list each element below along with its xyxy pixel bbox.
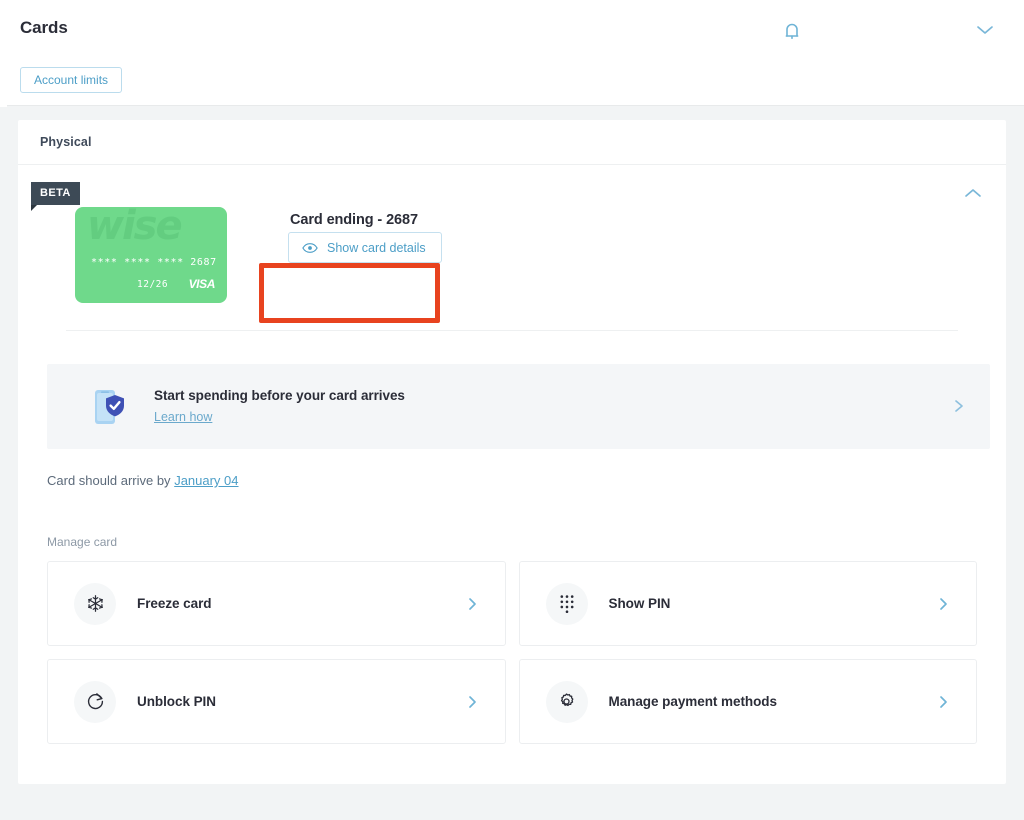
tile-chevron-right-icon[interactable] <box>465 694 481 710</box>
physical-card-panel: Physical wise **** **** **** 2687 12/26 … <box>18 120 1006 784</box>
chevron-right-icon-glyph <box>468 598 476 610</box>
left-edge-strip-lower <box>0 107 7 820</box>
card-arrival-prefix: Card should arrive by <box>47 473 171 488</box>
bell-icon-glyph <box>785 23 799 39</box>
eye-icon <box>302 242 318 254</box>
chevron-down-icon-glyph <box>977 26 993 34</box>
card-expiry: 12/26 <box>137 279 169 290</box>
card-ending-label: Card ending - 2687 <box>290 212 418 228</box>
gear-icon-glyph <box>560 693 574 707</box>
tile-chevron-right-icon[interactable] <box>936 596 952 612</box>
manage-tile-unblock-pin[interactable]: Unblock PIN <box>47 659 506 744</box>
beta-badge: BETA <box>31 182 80 211</box>
visa-logo: VISA <box>188 277 216 291</box>
show-card-details-label: Show card details <box>327 240 426 255</box>
chevron-right-icon-glyph <box>940 696 947 708</box>
bell-icon[interactable] <box>780 19 804 43</box>
gear-icon <box>545 680 588 723</box>
banner-text-block: Start spending before your card arrives … <box>154 388 405 426</box>
manage-tile-freeze-card[interactable]: Freeze card <box>47 561 506 646</box>
snowflake-icon-glyph <box>87 595 103 612</box>
account-limits-button[interactable]: Account limits <box>20 67 123 93</box>
chevron-right-icon-glyph <box>940 598 947 610</box>
manage-tile-label: Freeze card <box>137 596 212 611</box>
tile-chevron-right-icon[interactable] <box>465 596 481 612</box>
tile-chevron-right-icon[interactable] <box>936 694 952 710</box>
profile-chevron-down-icon[interactable] <box>974 22 996 38</box>
collapse-chevron-up-icon[interactable] <box>962 185 984 201</box>
refresh-icon-glyph <box>87 693 103 710</box>
top-bar: Cards Account limits <box>0 0 1024 106</box>
card-arrival-date-link[interactable]: January 04 <box>174 473 238 488</box>
phone-shield-check-icon-glyph <box>95 389 124 424</box>
panel-header-label: Physical <box>40 135 92 149</box>
card-arrival-line: Card should arrive by January 04 <box>47 473 1006 488</box>
banner-title: Start spending before your card arrives <box>154 387 405 403</box>
learn-how-link[interactable]: Learn how <box>154 410 212 424</box>
keypad-dots-icon-glyph <box>560 595 573 613</box>
manage-card-grid: Freeze card Show PIN Unblock PIN Manage … <box>47 561 977 744</box>
phone-shield-check-icon <box>92 387 126 427</box>
chevron-right-icon-glyph <box>955 400 963 412</box>
manage-tile-label: Unblock PIN <box>137 694 216 709</box>
snowflake-icon <box>74 582 116 625</box>
chevron-right-icon-glyph <box>468 696 476 708</box>
manage-tile-show-pin[interactable]: Show PIN <box>518 561 977 646</box>
keypad-dots-icon <box>545 582 588 625</box>
eye-icon-glyph <box>302 242 318 253</box>
manage-tile-manage-payment-methods[interactable]: Manage payment methods <box>518 659 977 744</box>
card-artwork: wise **** **** **** 2687 12/26 VISA <box>75 207 227 303</box>
manage-tile-label: Manage payment methods <box>608 694 777 709</box>
chevron-up-icon-glyph <box>965 189 981 197</box>
panel-header: Physical <box>18 120 1006 165</box>
manage-card-section-label: Manage card <box>47 535 118 549</box>
card-summary-row: wise **** **** **** 2687 12/26 VISA BETA… <box>18 165 1006 330</box>
refresh-icon <box>74 680 116 723</box>
wise-wordmark: wise <box>87 207 183 249</box>
page-body: Physical wise **** **** **** 2687 12/26 … <box>0 106 1024 820</box>
show-card-details-button[interactable]: Show card details <box>288 232 442 263</box>
section-divider <box>66 330 958 331</box>
manage-tile-label: Show PIN <box>608 596 671 611</box>
page-title: Cards <box>20 18 68 37</box>
start-spending-banner[interactable]: Start spending before your card arrives … <box>47 364 990 449</box>
banner-chevron-right-icon[interactable] <box>950 398 968 414</box>
card-masked-number: **** **** **** 2687 <box>91 257 217 268</box>
